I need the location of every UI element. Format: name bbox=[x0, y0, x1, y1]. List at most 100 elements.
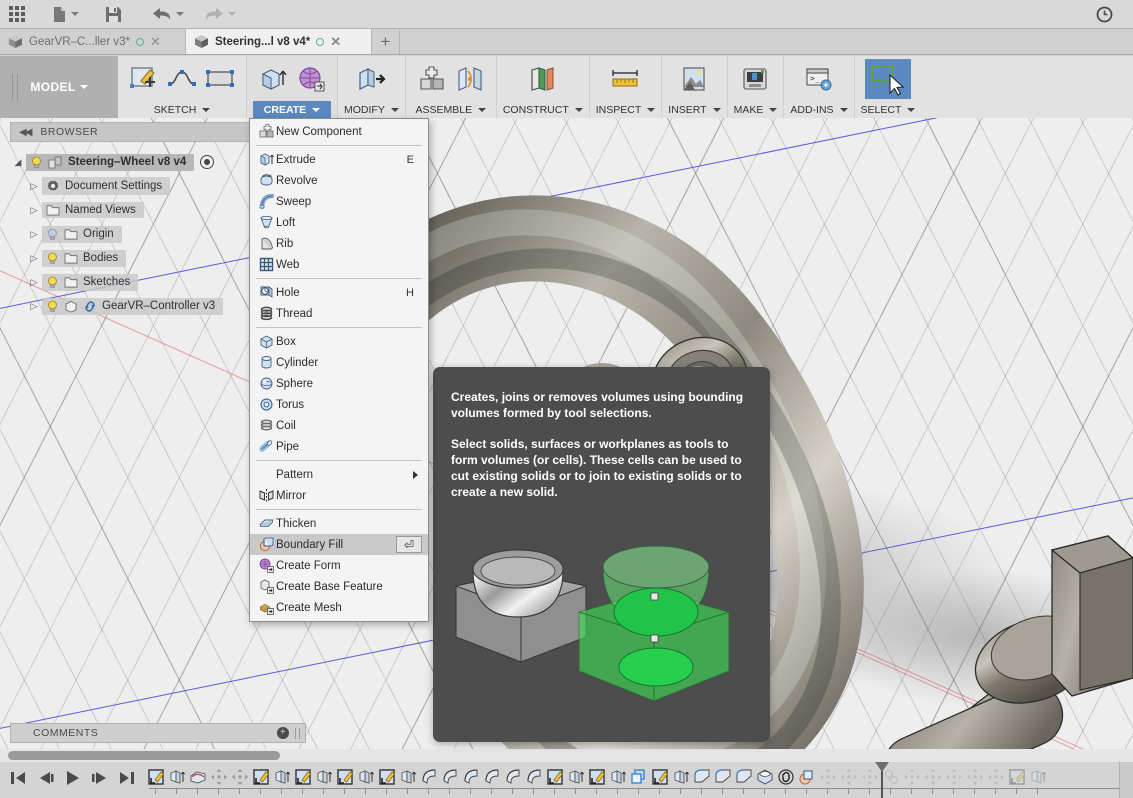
timeline-feature-revolve-icon[interactable] bbox=[418, 765, 439, 788]
menu-item-create-mesh[interactable]: Create Mesh bbox=[250, 597, 428, 618]
chevron-down-icon[interactable] bbox=[202, 107, 211, 112]
ribbon-group-label-construct[interactable]: CONSTRUCT bbox=[503, 101, 583, 118]
expand-arrow-icon[interactable]: ◢ bbox=[10, 157, 26, 168]
chevron-down-icon[interactable] bbox=[228, 12, 236, 16]
ribbon-group-label-modify[interactable]: MODIFY bbox=[344, 101, 399, 118]
menu-item-hole[interactable]: Hole H bbox=[250, 282, 428, 303]
menu-item-web[interactable]: Web bbox=[250, 254, 428, 275]
timeline-feature-joint-icon[interactable] bbox=[208, 765, 229, 788]
timeline-feature-sketch-icon[interactable] bbox=[292, 765, 313, 788]
timeline-feature-shell-icon[interactable] bbox=[754, 765, 775, 788]
collapse-icon[interactable]: ◀◀ bbox=[19, 127, 32, 138]
timeline-feature-extrude-icon[interactable] bbox=[397, 765, 418, 788]
timeline-feature-joint-icon[interactable] bbox=[985, 765, 1006, 788]
new-tab-button[interactable]: + bbox=[372, 29, 400, 54]
select-cursor-icon[interactable] bbox=[864, 58, 911, 99]
insert-image-icon[interactable] bbox=[677, 62, 711, 96]
timeline-feature-joint-icon[interactable] bbox=[943, 765, 964, 788]
timeline-feature-sketch-icon[interactable] bbox=[649, 765, 670, 788]
timeline-feature-sketch-icon[interactable] bbox=[1006, 765, 1027, 788]
joint-icon[interactable] bbox=[453, 62, 487, 96]
timeline-feature-joint-icon[interactable] bbox=[817, 765, 838, 788]
menu-item-revolve[interactable]: Revolve bbox=[250, 170, 428, 191]
menu-item-cylinder[interactable]: Cylinder bbox=[250, 352, 428, 373]
timeline-feature-revolve-icon[interactable] bbox=[439, 765, 460, 788]
chevron-down-icon[interactable] bbox=[839, 107, 848, 112]
clock-icon[interactable] bbox=[1088, 0, 1133, 29]
timeline-feature-link-icon[interactable] bbox=[775, 765, 796, 788]
chevron-down-icon[interactable] bbox=[312, 107, 321, 112]
timeline-feature-extrude-icon[interactable] bbox=[313, 765, 334, 788]
spline-icon[interactable] bbox=[165, 62, 199, 96]
ribbon-group-label-inspect[interactable]: INSPECT bbox=[596, 101, 656, 118]
close-icon[interactable]: ✕ bbox=[330, 35, 341, 48]
timeline-feature-sketch-icon[interactable] bbox=[250, 765, 271, 788]
save-icon[interactable] bbox=[87, 0, 130, 29]
scripts-addins-icon[interactable]: >_ bbox=[802, 62, 836, 96]
expand-arrow-icon[interactable]: ▷ bbox=[26, 253, 42, 264]
timeline-feature-pattern-icon[interactable] bbox=[628, 765, 649, 788]
create-sketch-icon[interactable] bbox=[127, 62, 161, 96]
menu-item-pipe[interactable]: Pipe bbox=[250, 436, 428, 457]
timeline-feature-revolve-icon[interactable] bbox=[523, 765, 544, 788]
3d-print-icon[interactable] bbox=[738, 62, 772, 96]
timeline-step-forward-button[interactable] bbox=[91, 770, 108, 791]
timeline-feature-extrude-icon[interactable] bbox=[670, 765, 691, 788]
timeline-feature-revolve-icon[interactable] bbox=[460, 765, 481, 788]
timeline-step-back-button[interactable] bbox=[37, 770, 54, 791]
comments-panel-header[interactable]: COMMENTS + bbox=[10, 723, 306, 743]
timeline-feature-fillet-icon[interactable] bbox=[733, 765, 754, 788]
menu-item-box[interactable]: Box bbox=[250, 331, 428, 352]
menu-item-boundary-fill[interactable]: Boundary Fill ⏎ bbox=[250, 534, 428, 555]
timeline-feature-joint-icon[interactable] bbox=[901, 765, 922, 788]
timeline-track[interactable] bbox=[145, 762, 1133, 798]
document-tab-0[interactable]: GearVR–C...ller v3* ✕ bbox=[0, 29, 186, 54]
add-comment-button[interactable]: + bbox=[277, 727, 289, 739]
menu-item-mirror[interactable]: Mirror bbox=[250, 485, 428, 506]
chevron-down-icon[interactable] bbox=[390, 107, 399, 112]
timeline-feature-sketch-icon[interactable] bbox=[544, 765, 565, 788]
menu-item-extrude[interactable]: Extrude E bbox=[250, 149, 428, 170]
ribbon-group-label-select[interactable]: SELECT bbox=[861, 101, 916, 118]
timeline-feature-fillet-icon[interactable] bbox=[712, 765, 733, 788]
horizontal-scrollbar[interactable] bbox=[0, 749, 1133, 762]
new-document-icon[interactable] bbox=[34, 0, 87, 29]
menu-item-sphere[interactable]: Sphere bbox=[250, 373, 428, 394]
ribbon-group-label-make[interactable]: MAKE bbox=[734, 101, 778, 118]
measure-icon[interactable] bbox=[609, 62, 643, 96]
chevron-down-icon[interactable] bbox=[574, 107, 583, 112]
menu-item-create-form[interactable]: Create Form bbox=[250, 555, 428, 576]
timeline-play-button[interactable] bbox=[64, 770, 81, 791]
expand-arrow-icon[interactable]: ▷ bbox=[26, 301, 42, 312]
menu-item-thicken[interactable]: Thicken bbox=[250, 513, 428, 534]
expand-arrow-icon[interactable]: ▷ bbox=[26, 205, 42, 216]
chevron-down-icon[interactable] bbox=[478, 107, 487, 112]
ribbon-group-label-sketch[interactable]: SKETCH bbox=[124, 101, 240, 118]
menu-item-torus[interactable]: Torus bbox=[250, 394, 428, 415]
chevron-down-icon[interactable] bbox=[647, 107, 656, 112]
timeline-feature-sketch-icon[interactable] bbox=[334, 765, 355, 788]
workspace-switcher-button[interactable]: MODEL bbox=[0, 56, 118, 118]
menu-item-thread[interactable]: Thread bbox=[250, 303, 428, 324]
menu-item-loft[interactable]: Loft bbox=[250, 212, 428, 233]
grid-apps-icon[interactable] bbox=[0, 0, 34, 29]
ribbon-group-label-addins[interactable]: ADD-INS bbox=[790, 101, 848, 118]
ribbon-group-label-assemble[interactable]: ASSEMBLE bbox=[412, 101, 490, 118]
timeline-feature-sketch-icon[interactable] bbox=[586, 765, 607, 788]
menu-item-new-component[interactable]: New Component bbox=[250, 121, 428, 142]
timeline-feature-joint-icon[interactable] bbox=[838, 765, 859, 788]
create-form-icon[interactable] bbox=[294, 62, 328, 96]
offset-plane-icon[interactable] bbox=[526, 62, 560, 96]
timeline-feature-boundary-fill-icon[interactable] bbox=[796, 765, 817, 788]
timeline-go-start-button[interactable] bbox=[10, 770, 27, 791]
timeline-feature-extrude-icon[interactable] bbox=[166, 765, 187, 788]
chevron-down-icon[interactable] bbox=[176, 12, 184, 16]
timeline-go-end-button[interactable] bbox=[118, 770, 135, 791]
timeline-feature-extrude-icon[interactable] bbox=[1027, 765, 1048, 788]
resize-grip-icon[interactable] bbox=[295, 727, 300, 739]
extrude-icon[interactable] bbox=[256, 62, 290, 96]
rectangle-icon[interactable] bbox=[203, 62, 237, 96]
close-icon[interactable]: ✕ bbox=[150, 35, 161, 48]
timeline-feature-joint-icon[interactable] bbox=[964, 765, 985, 788]
timeline-feature-revolve-icon[interactable] bbox=[481, 765, 502, 788]
